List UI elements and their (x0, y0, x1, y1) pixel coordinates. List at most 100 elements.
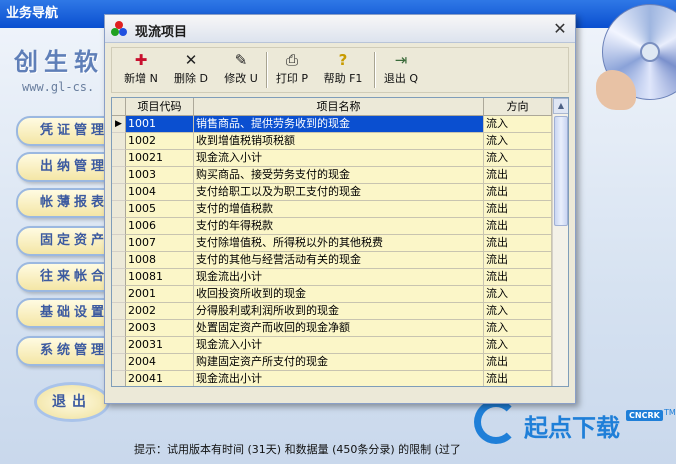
new-button[interactable]: ✚ 新增 N (118, 50, 164, 90)
direction-cell[interactable]: 流入 (484, 133, 552, 150)
direction-cell[interactable]: 流出 (484, 218, 552, 235)
direction-cell[interactable]: 流出 (484, 252, 552, 269)
row-selector[interactable] (112, 184, 126, 201)
item-code-cell[interactable]: 2002 (126, 303, 194, 320)
delete-button[interactable]: ✕ 删除 D (168, 50, 214, 90)
item-code-cell[interactable]: 1007 (126, 235, 194, 252)
close-icon[interactable]: ✕ (551, 21, 569, 37)
scroll-up-icon[interactable]: ▲ (553, 98, 568, 114)
vertical-scrollbar[interactable]: ▲ (552, 98, 568, 386)
table-row[interactable]: 20031 现金流入小计 流入 (112, 337, 552, 354)
row-selector[interactable] (112, 337, 126, 354)
row-selector[interactable] (112, 269, 126, 286)
item-code-cell[interactable]: 10021 (126, 150, 194, 167)
table-row[interactable]: 10021 现金流入小计 流入 (112, 150, 552, 167)
help-button[interactable]: ? 帮助 F1 (318, 50, 368, 90)
exit-door-icon: ⇥ (394, 51, 408, 69)
row-selector[interactable] (112, 201, 126, 218)
item-name-cell[interactable]: 现金流入小计 (194, 337, 484, 354)
item-name-cell[interactable]: 支付的年得税款 (194, 218, 484, 235)
column-header-name[interactable]: 项目名称 (194, 98, 484, 116)
item-name-cell[interactable]: 收到增值税销项税额 (194, 133, 484, 150)
table-row[interactable]: 1006 支付的年得税款 流出 (112, 218, 552, 235)
item-name-cell[interactable]: 现金流出小计 (194, 371, 484, 386)
table-row[interactable]: ▶ 1001 销售商品、提供劳务收到的现金 流入 (112, 116, 552, 133)
row-selector[interactable] (112, 133, 126, 150)
item-name-cell[interactable]: 支付的增值税款 (194, 201, 484, 218)
row-selector[interactable] (112, 150, 126, 167)
table-row[interactable]: 1003 购买商品、接受劳务支付的现金 流出 (112, 167, 552, 184)
item-name-cell[interactable]: 支付除增值税、所得税以外的其他税费 (194, 235, 484, 252)
item-code-cell[interactable]: 1006 (126, 218, 194, 235)
item-code-cell[interactable]: 2003 (126, 320, 194, 337)
table-row[interactable]: 1002 收到增值税销项税额 流入 (112, 133, 552, 150)
row-selector[interactable] (112, 252, 126, 269)
direction-cell[interactable]: 流入 (484, 150, 552, 167)
item-code-cell[interactable]: 1002 (126, 133, 194, 150)
item-name-cell[interactable]: 支付给职工以及为职工支付的现金 (194, 184, 484, 201)
direction-cell[interactable]: 流入 (484, 286, 552, 303)
item-name-cell[interactable]: 销售商品、提供劳务收到的现金 (194, 116, 484, 133)
direction-cell[interactable]: 流出 (484, 354, 552, 371)
item-name-cell[interactable]: 购买商品、接受劳务支付的现金 (194, 167, 484, 184)
column-header-direction[interactable]: 方向 (484, 98, 552, 116)
item-name-cell[interactable]: 购建固定资产所支付的现金 (194, 354, 484, 371)
item-code-cell[interactable]: 20041 (126, 371, 194, 386)
item-name-cell[interactable]: 处置固定资产而收回的现金净额 (194, 320, 484, 337)
item-code-cell[interactable]: 2001 (126, 286, 194, 303)
direction-cell[interactable]: 流入 (484, 337, 552, 354)
row-selector[interactable] (112, 320, 126, 337)
item-name-cell[interactable]: 支付的其他与经营活动有关的现金 (194, 252, 484, 269)
row-selector[interactable] (112, 286, 126, 303)
direction-cell[interactable]: 流出 (484, 184, 552, 201)
direction-cell[interactable]: 流出 (484, 269, 552, 286)
item-name-cell[interactable]: 现金流入小计 (194, 150, 484, 167)
table-row[interactable]: 1008 支付的其他与经营活动有关的现金 流出 (112, 252, 552, 269)
exit-button[interactable]: ⇥ 退出 Q (378, 50, 424, 90)
cashflow-items-grid[interactable]: 项目代码 项目名称 方向 ▶ 1001 销售商品、提供劳务收到的现金 流入 1002 收到… (111, 97, 569, 387)
table-row[interactable]: 2001 收回投资所收到的现金 流入 (112, 286, 552, 303)
item-code-cell[interactable]: 10081 (126, 269, 194, 286)
item-name-cell[interactable]: 分得股利或利润所收到的现金 (194, 303, 484, 320)
column-header-code[interactable]: 项目代码 (126, 98, 194, 116)
scroll-thumb[interactable] (554, 116, 568, 226)
dialog-titlebar[interactable]: 现流项目 ✕ (105, 15, 575, 43)
item-code-cell[interactable]: 1005 (126, 201, 194, 218)
table-row[interactable]: 1004 支付给职工以及为职工支付的现金 流出 (112, 184, 552, 201)
direction-cell[interactable]: 流出 (484, 235, 552, 252)
row-selector[interactable] (112, 303, 126, 320)
item-name-cell[interactable]: 收回投资所收到的现金 (194, 286, 484, 303)
item-code-cell[interactable]: 20031 (126, 337, 194, 354)
current-row-arrow-icon[interactable]: ▶ (112, 116, 126, 133)
edit-button[interactable]: ✎ 修改 U (218, 50, 264, 90)
table-row[interactable]: 1007 支付除增值税、所得税以外的其他税费 流出 (112, 235, 552, 252)
item-code-cell[interactable]: 1003 (126, 167, 194, 184)
app-exit-button[interactable]: 退出 (34, 382, 110, 422)
item-name-cell[interactable]: 现金流出小计 (194, 269, 484, 286)
direction-cell[interactable]: 流入 (484, 116, 552, 133)
row-selector[interactable] (112, 167, 126, 184)
item-code-cell[interactable]: 1008 (126, 252, 194, 269)
table-row[interactable]: 2003 处置固定资产而收回的现金净额 流入 (112, 320, 552, 337)
x-delete-icon: ✕ (184, 51, 198, 69)
grid-body: ▶ 1001 销售商品、提供劳务收到的现金 流入 1002 收到增值税销项税额 流入 1002… (112, 116, 552, 386)
direction-cell[interactable]: 流出 (484, 201, 552, 218)
table-row[interactable]: 10081 现金流出小计 流出 (112, 269, 552, 286)
direction-cell[interactable]: 流出 (484, 167, 552, 184)
item-code-cell[interactable]: 1004 (126, 184, 194, 201)
item-code-cell[interactable]: 2004 (126, 354, 194, 371)
direction-cell[interactable]: 流出 (484, 371, 552, 386)
print-button[interactable]: ⎙ 打印 P (270, 50, 314, 90)
direction-cell[interactable]: 流入 (484, 303, 552, 320)
table-row[interactable]: 2004 购建固定资产所支付的现金 流出 (112, 354, 552, 371)
row-selector[interactable] (112, 218, 126, 235)
row-selector[interactable] (112, 371, 126, 386)
item-code-cell[interactable]: 1001 (126, 116, 194, 133)
row-selector[interactable] (112, 354, 126, 371)
table-row[interactable]: 20041 现金流出小计 流出 (112, 371, 552, 386)
row-selector[interactable] (112, 235, 126, 252)
table-row[interactable]: 1005 支付的增值税款 流出 (112, 201, 552, 218)
direction-cell[interactable]: 流入 (484, 320, 552, 337)
table-row[interactable]: 2002 分得股利或利润所收到的现金 流入 (112, 303, 552, 320)
toolbar: ✚ 新增 N ✕ 删除 D ✎ 修改 U ⎙ 打印 P ? 帮助 F1 ⇥ 退出… (111, 47, 569, 93)
